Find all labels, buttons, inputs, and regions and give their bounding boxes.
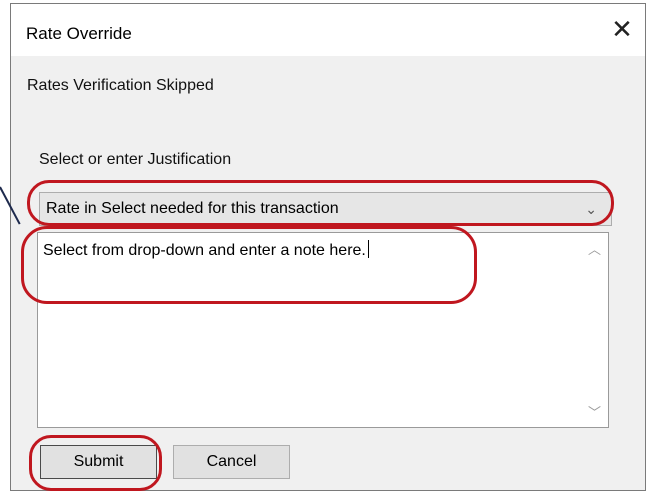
close-icon[interactable]: ✕: [605, 12, 639, 46]
note-annotation-oval: [21, 226, 477, 304]
window-title: Rate Override: [26, 24, 132, 43]
cancel-button[interactable]: Cancel: [173, 445, 290, 479]
status-text: Rates Verification Skipped: [27, 77, 214, 94]
justification-label: Select or enter Justification: [39, 151, 232, 168]
scroll-down-icon[interactable]: ﹀: [588, 402, 601, 421]
dropdown-annotation-oval: [27, 180, 614, 226]
scroll-up-icon[interactable]: ︿: [588, 239, 601, 258]
submit-annotation-oval: [29, 435, 162, 491]
title-bar: Rate Override ✕: [11, 4, 645, 56]
